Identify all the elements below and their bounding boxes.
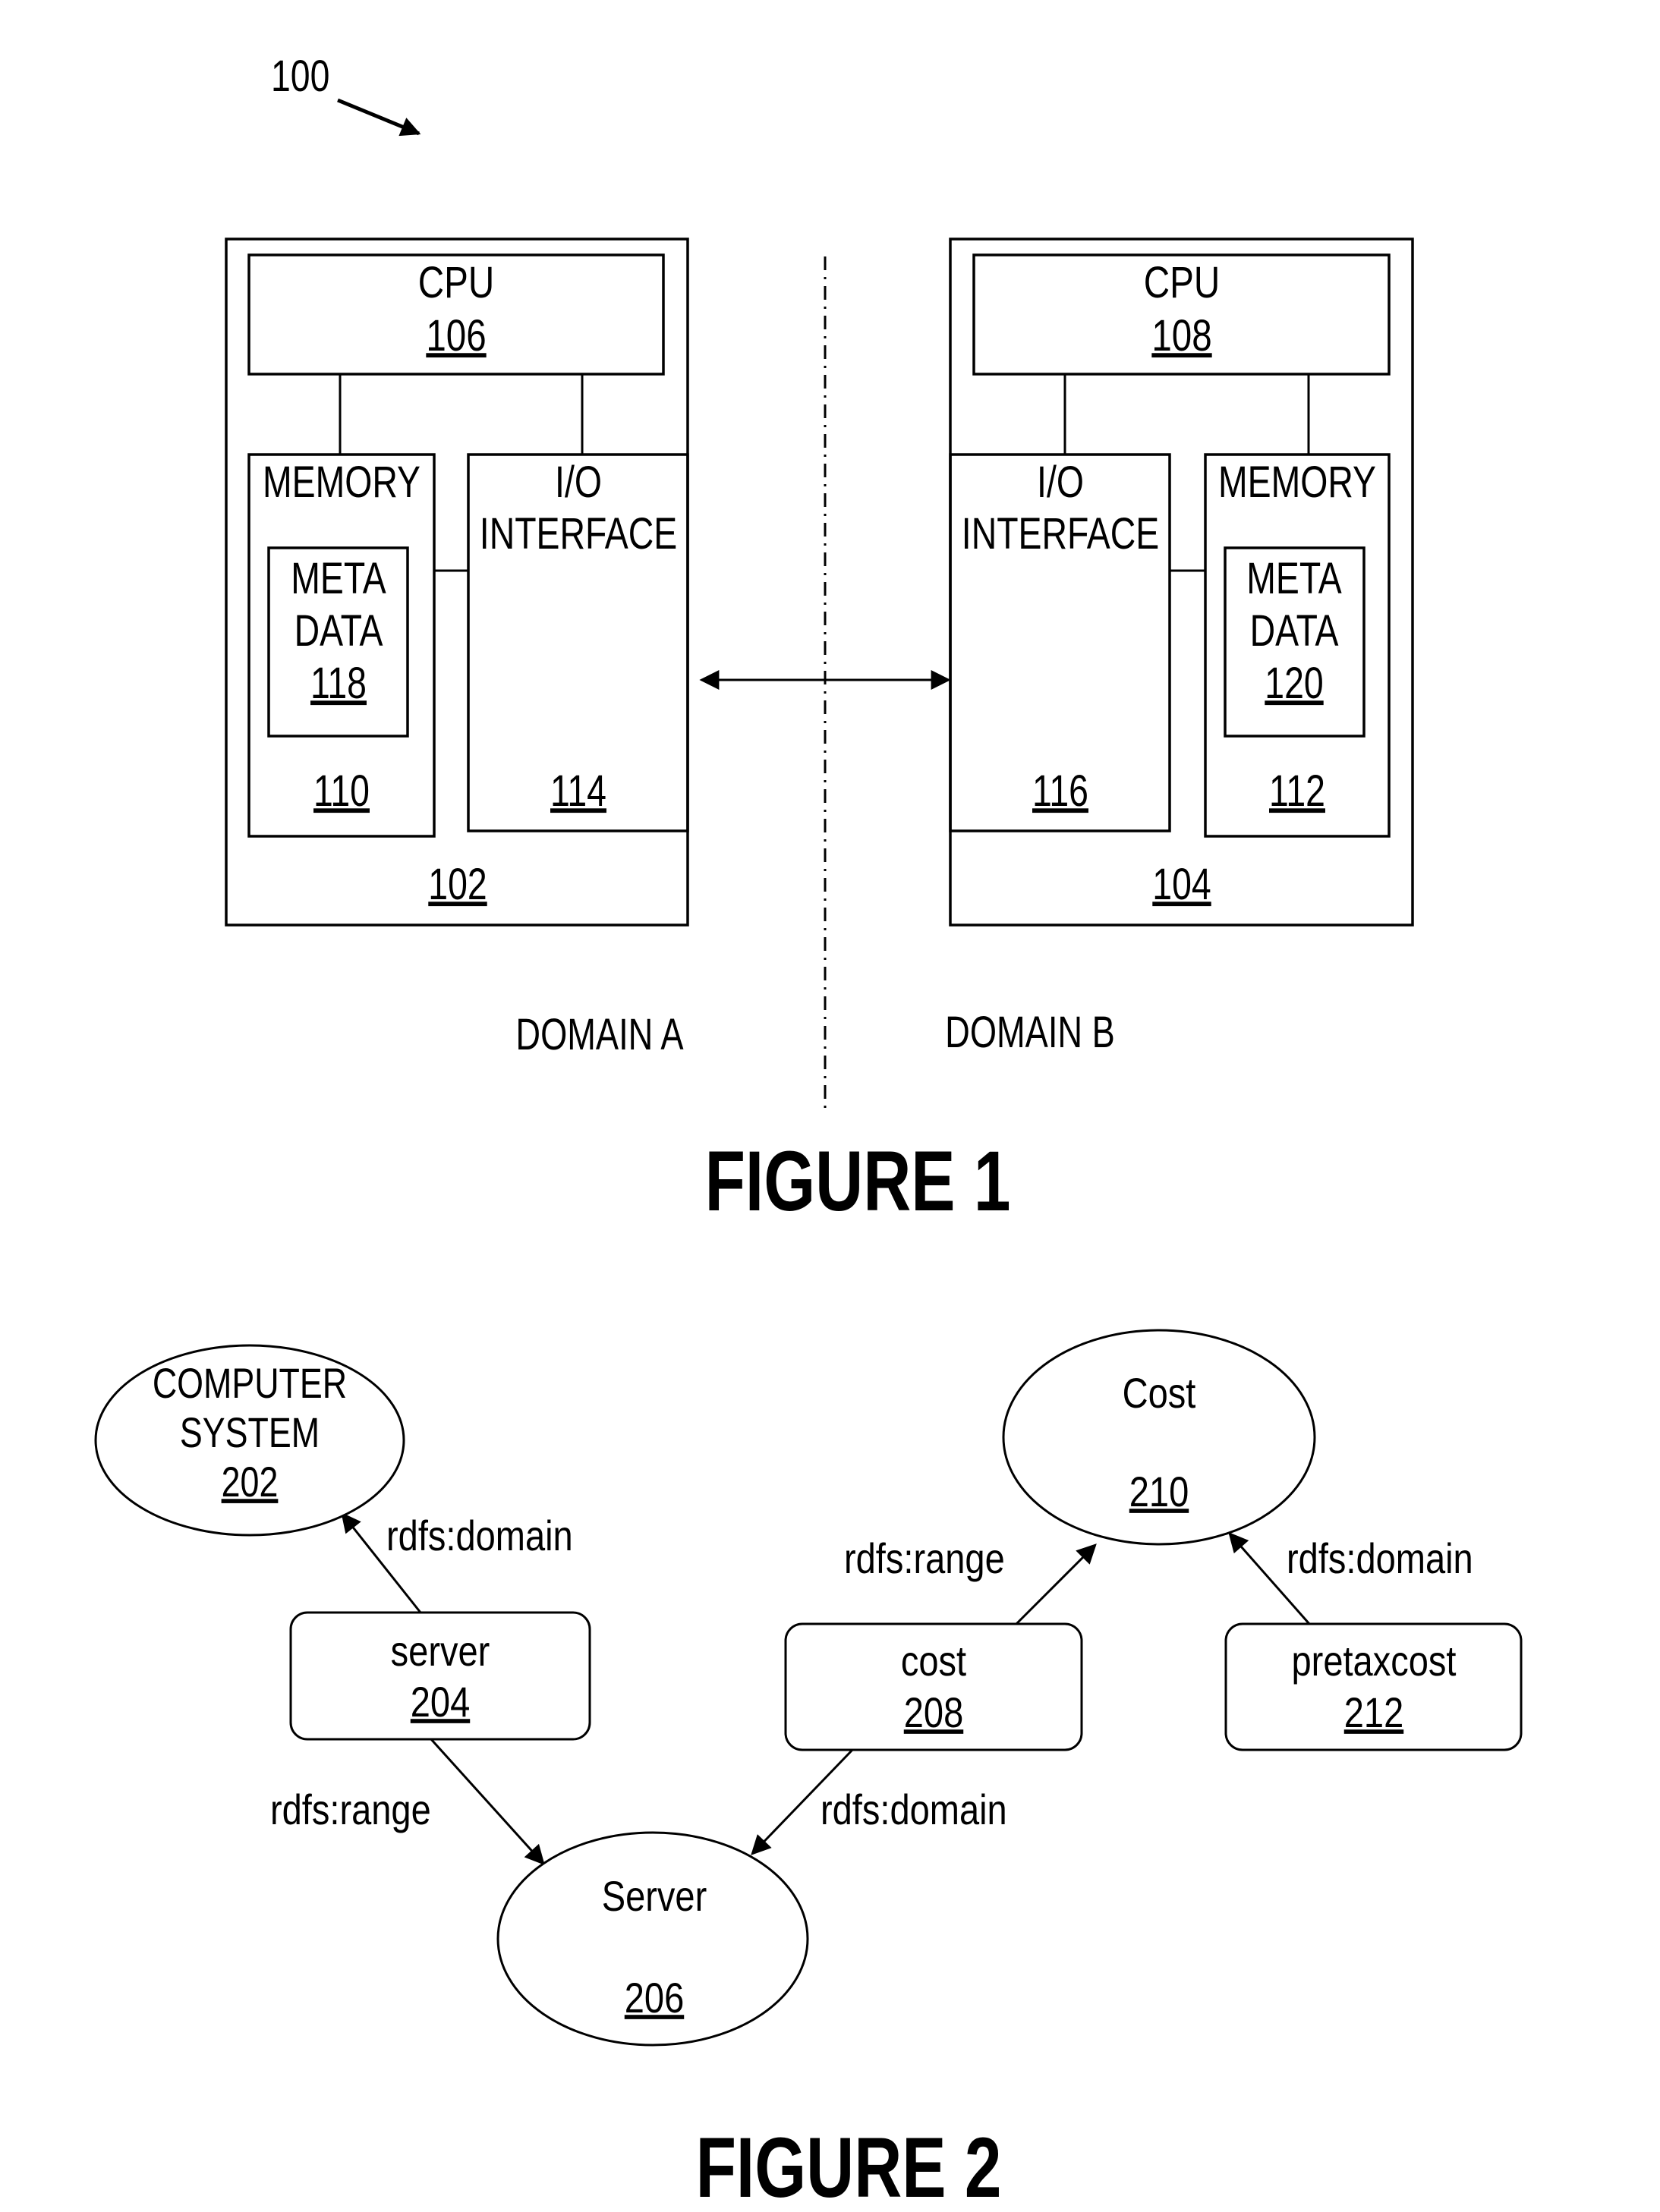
io-a-ref: 114 [550,766,606,816]
class-label: Cost [1123,1369,1196,1417]
figure-1-title: FIGURE 1 [705,1134,1011,1229]
figure-1: 100 CPU 106 MEMORY META DATA 118 110 I/O… [225,52,1414,1229]
io-a-label-line1: I/O [555,458,602,507]
edge-server-range-server-class [430,1738,545,1865]
memory-a-ref: 110 [313,766,370,816]
property-ref: 212 [1344,1688,1403,1736]
domain-a-label: DOMAIN A [515,1011,683,1060]
metadata-a-label-line2: DATA [295,606,383,656]
figure-2: rdfs:domain rdfs:range rdfs:domain rdfs:… [94,1329,1523,2212]
computer-b-ref: 104 [1152,860,1211,909]
io-a-label-line2: INTERFACE [480,509,677,559]
edge-label-cost-domain: rdfs:domain [821,1786,1007,1833]
computer-b: CPU 108 I/O INTERFACE 116 MEMORY META DA… [949,238,1414,927]
class-ref: 210 [1129,1468,1189,1515]
cpu-b-ref: 108 [1151,312,1211,361]
edge-label-cost-range: rdfs:range [844,1534,1005,1582]
computer-a: CPU 106 MEMORY META DATA 118 110 I/O INT… [225,238,689,927]
computer-a-ref: 102 [428,860,487,909]
system-reference-label: 100 [271,52,329,101]
cpu-a-label: CPU [418,259,494,308]
property-label: server [391,1627,490,1675]
edge-label-server-range: rdfs:range [270,1786,431,1833]
domain-b-label: DOMAIN B [945,1008,1115,1058]
memory-b-ref: 112 [1269,766,1325,816]
figure-2-title: FIGURE 2 [696,2121,1002,2212]
class-label-line1: COMPUTER [153,1359,347,1407]
io-b-label-line2: INTERFACE [962,509,1159,559]
edge-cost-range-cost-class [1015,1543,1097,1625]
io-b-ref: 116 [1032,766,1088,816]
io-b-label-line1: I/O [1037,458,1084,507]
cpu-a-ref: 106 [426,312,486,361]
class-node-server: Server 206 [496,1831,809,2047]
memory-b-label: MEMORY [1218,458,1376,507]
metadata-a-ref: 118 [310,659,367,708]
class-label: Server [602,1872,707,1920]
edge-label-server-domain: rdfs:domain [386,1512,573,1559]
metadata-b-label-line2: DATA [1250,606,1339,656]
edge-label-pretaxcost-domain: rdfs:domain [1287,1534,1473,1582]
metadata-b-label-line1: META [1246,554,1341,603]
metadata-b-ref: 120 [1265,659,1323,708]
patent-drawing: 100 CPU 106 MEMORY META DATA 118 110 I/O… [94,52,1523,2212]
system-reference-arrow [337,98,421,137]
property-ref: 204 [411,1678,470,1726]
property-node-server: server 204 [289,1611,591,1741]
class-node-cost: Cost 210 [1002,1329,1316,1546]
property-node-cost: cost 208 [784,1622,1083,1751]
cpu-b-label: CPU [1144,259,1220,308]
property-label: cost [901,1637,966,1685]
class-ref: 206 [625,1974,684,2022]
memory-a-label: MEMORY [263,458,421,507]
property-label: pretaxcost [1292,1637,1457,1685]
class-ref: 202 [222,1458,279,1506]
metadata-a-label-line1: META [291,554,386,603]
class-label-line2: SYSTEM [180,1408,320,1456]
class-node-computer-system: COMPUTER SYSTEM 202 [94,1344,405,1537]
property-node-pretaxcost: pretaxcost 212 [1224,1622,1523,1751]
property-ref: 208 [904,1688,963,1736]
